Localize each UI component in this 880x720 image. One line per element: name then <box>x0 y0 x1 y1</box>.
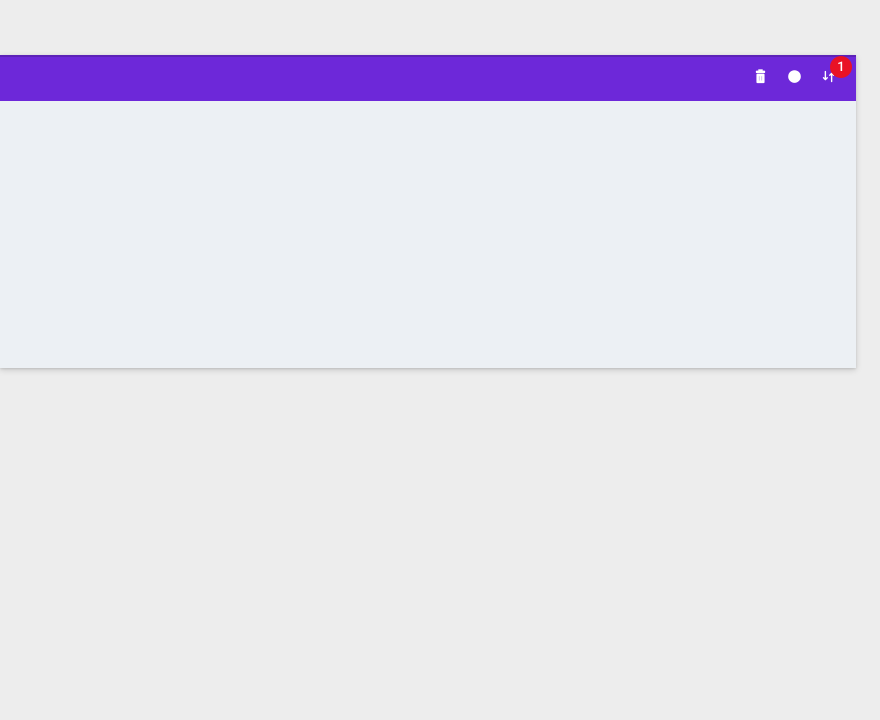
clock-icon <box>787 69 802 88</box>
panel-body <box>0 101 856 368</box>
history-button[interactable] <box>786 70 802 86</box>
sort-button[interactable]: 1 <box>820 70 836 86</box>
panel-card: 1 <box>0 55 856 368</box>
toolbar: 1 <box>0 55 856 101</box>
notification-badge: 1 <box>830 56 852 78</box>
delete-button[interactable] <box>752 70 768 86</box>
trash-icon <box>753 69 768 88</box>
